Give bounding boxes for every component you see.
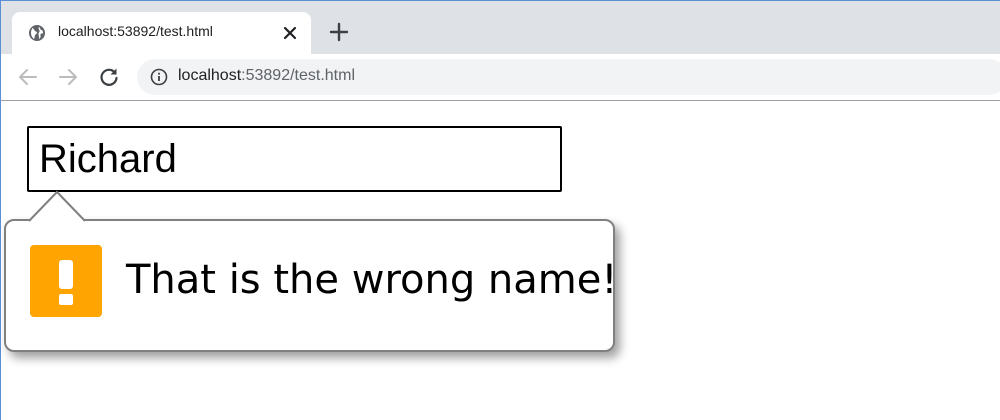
url-host: localhost [178,67,242,84]
arrow-left-icon[interactable] [16,65,40,89]
browser-tab[interactable]: localhost:53892/test.html [12,12,311,54]
info-icon[interactable] [150,68,168,86]
validation-message: That is the wrong name! [126,257,618,303]
tab-strip: localhost:53892/test.html [1,1,1000,54]
name-input[interactable] [27,126,562,192]
browser-window: localhost:53892/test.html localhost:5389… [0,0,1000,420]
browser-toolbar: localhost:53892/test.html [1,54,1000,101]
close-icon[interactable] [280,23,300,43]
warning-icon [30,245,102,317]
validation-bubble: That is the wrong name! [4,219,618,352]
globe-icon [29,25,45,41]
arrow-right-icon[interactable] [56,65,80,89]
address-bar[interactable]: localhost:53892/test.html [137,59,1000,95]
reload-icon[interactable] [97,65,121,89]
url-text[interactable]: localhost:53892/test.html [178,67,355,85]
bubble-arrow [28,190,86,222]
tab-title: localhost:53892/test.html [58,23,213,39]
url-path: :53892/test.html [241,67,355,84]
page-content: That is the wrong name! [1,101,1000,420]
plus-icon[interactable] [328,21,350,43]
